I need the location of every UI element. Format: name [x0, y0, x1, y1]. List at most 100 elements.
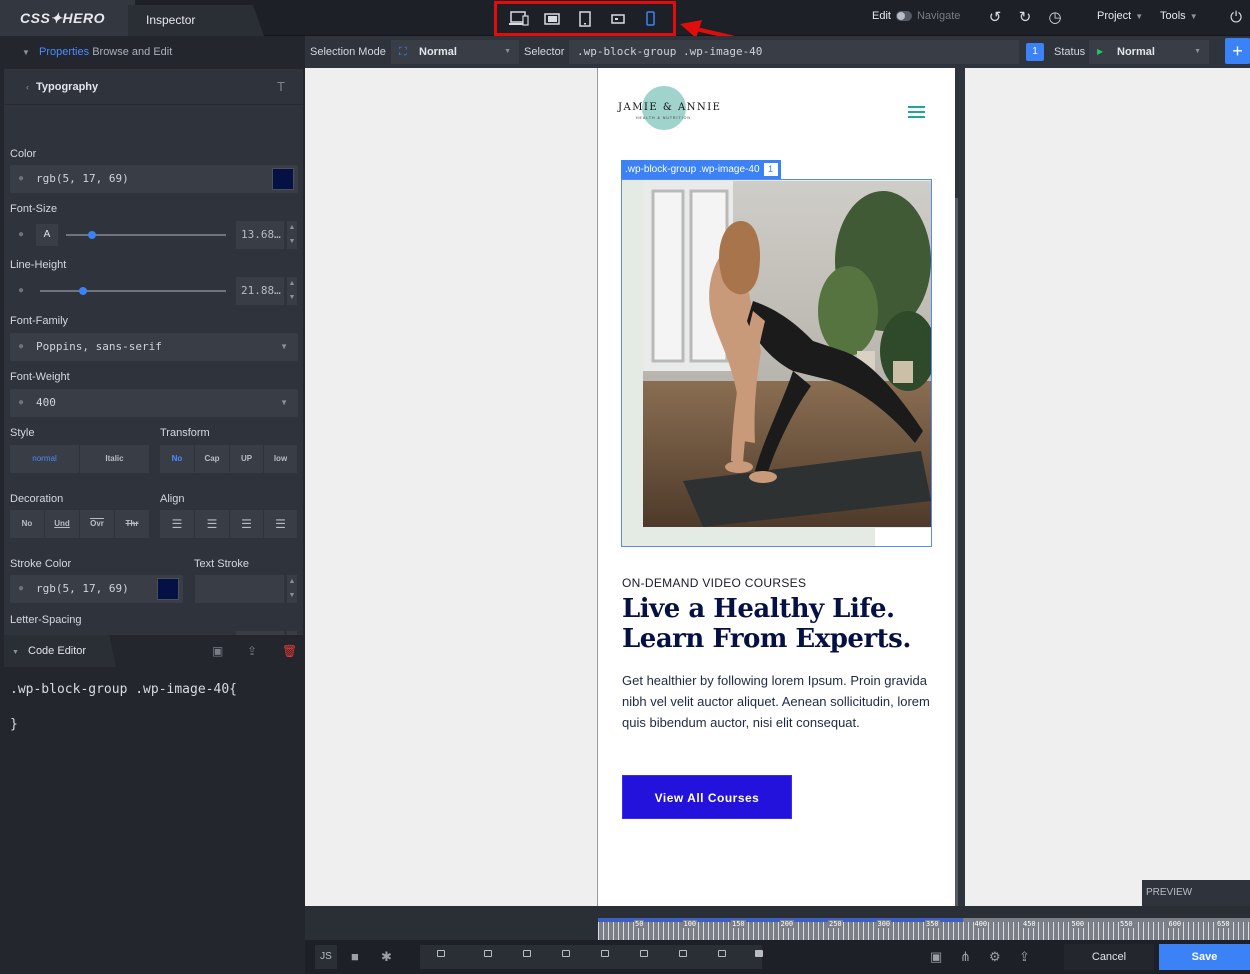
- sitemap-icon[interactable]: ⋔: [960, 949, 971, 965]
- hamburger-menu-icon[interactable]: [908, 106, 925, 118]
- transform-cap-button[interactable]: Cap: [195, 445, 230, 473]
- selected-image-outline[interactable]: [621, 179, 932, 547]
- text-stroke-input[interactable]: [195, 575, 284, 603]
- view-all-courses-button[interactable]: View All Courses: [622, 775, 792, 819]
- decoration-segment: No Und Ovr Thr: [10, 510, 150, 538]
- trash-icon[interactable]: 🗑: [282, 644, 297, 658]
- js-button[interactable]: JS: [315, 945, 337, 969]
- video-camera-icon[interactable]: ■: [351, 949, 359, 964]
- breadcrumb-item-3[interactable]: [562, 950, 570, 957]
- breadcrumb-window-icon[interactable]: [437, 950, 445, 957]
- history-clock-icon[interactable]: ◷: [1046, 9, 1064, 27]
- decoration-label: Decoration: [10, 493, 64, 505]
- line-height-slider-track[interactable]: [40, 290, 226, 292]
- font-weight-select[interactable]: ● 400 ▼: [10, 389, 298, 417]
- ruler-label: 150: [731, 920, 746, 928]
- export-icon[interactable]: ⇪: [247, 644, 257, 658]
- font-size-stepper[interactable]: ▲ ▼: [287, 221, 297, 249]
- save-button[interactable]: Save: [1159, 944, 1250, 970]
- align-right-icon[interactable]: ☰: [230, 510, 264, 538]
- text-stroke-stepper[interactable]: ▲ ▼: [287, 575, 297, 603]
- font-family-select[interactable]: ● Poppins, sans-serif ▼: [10, 333, 298, 361]
- hero-body-text: Get healthier by following lorem Ipsum. …: [622, 673, 930, 730]
- tab-inspector[interactable]: Inspector: [128, 5, 264, 36]
- power-icon[interactable]: ⏻: [1227, 9, 1245, 27]
- color-swatch[interactable]: [272, 168, 294, 190]
- selector-input[interactable]: .wp-block-group .wp-image-40: [569, 40, 1019, 64]
- typography-section-header[interactable]: ‹ Typography T: [4, 69, 303, 105]
- transform-up-button[interactable]: UP: [230, 445, 264, 473]
- code-editor-textarea[interactable]: .wp-block-group .wp-image-40{}: [4, 667, 303, 974]
- align-justify-icon[interactable]: ☰: [264, 510, 298, 538]
- site-logo-name: JAMIE & ANNIE: [618, 102, 722, 113]
- stroke-color-input[interactable]: ● rgb(5, 17, 69): [10, 575, 183, 603]
- edit-navigate-toggle[interactable]: Edit Navigate: [872, 10, 960, 22]
- style-segment: normal Italic: [10, 445, 150, 473]
- element-breadcrumb: [420, 945, 763, 969]
- breadcrumb-item-7[interactable]: [718, 950, 726, 957]
- code-editor-tab[interactable]: ▼ Code Editor: [4, 635, 116, 667]
- ruler-label: 350: [925, 920, 940, 928]
- breadcrumb-item-5[interactable]: [640, 950, 648, 957]
- selection-toolbar: Selection Mode ⛶ Normal ▼ Selector .wp-b…: [305, 36, 1250, 68]
- breadcrumb-item-4[interactable]: [601, 950, 609, 957]
- breadcrumb-item-1[interactable]: [484, 950, 492, 957]
- mobile-device-icon[interactable]: [640, 9, 662, 29]
- align-left-icon[interactable]: ☰: [160, 510, 195, 538]
- preview-scrollbar[interactable]: [955, 68, 965, 906]
- decoration-no-button[interactable]: No: [10, 510, 45, 538]
- line-height-stepper[interactable]: ▲ ▼: [287, 277, 297, 305]
- bug-icon[interactable]: ✱: [381, 949, 392, 965]
- add-rule-button[interactable]: +: [1225, 38, 1250, 64]
- cancel-button[interactable]: Cancel: [1064, 944, 1154, 970]
- app-logo: CSS✦HERO: [0, 0, 135, 36]
- status-value: Normal: [1117, 46, 1155, 58]
- share-icon[interactable]: ⇪: [1019, 949, 1030, 965]
- breadcrumb-image-icon[interactable]: [755, 950, 763, 957]
- tablet-device-icon[interactable]: [574, 9, 596, 29]
- decoration-overline-button[interactable]: Ovr: [80, 510, 115, 538]
- font-size-slider-knob[interactable]: [88, 231, 96, 239]
- redo-icon[interactable]: ↻: [1016, 9, 1034, 27]
- breadcrumb-item-2[interactable]: [523, 950, 531, 957]
- breadcrumb-item-6[interactable]: [679, 950, 687, 957]
- status-select[interactable]: ▶ Normal ▼: [1089, 40, 1209, 64]
- tablet-landscape-icon[interactable]: [607, 9, 629, 29]
- ruler-label: 500: [1070, 920, 1086, 928]
- stroke-color-swatch[interactable]: [157, 578, 179, 600]
- save-file-icon[interactable]: ▣: [212, 644, 223, 658]
- laptop-device-icon[interactable]: [541, 9, 563, 29]
- selection-mode-select[interactable]: ⛶ Normal ▼: [391, 40, 519, 64]
- line-height-slider-knob[interactable]: [79, 287, 87, 295]
- yoga-woman-photo[interactable]: [643, 181, 931, 527]
- mode-toggle-switch[interactable]: [895, 11, 912, 21]
- font-family-value: Poppins, sans-serif: [36, 340, 162, 353]
- ruler-label: 450: [1022, 920, 1037, 928]
- stroke-color-label: Stroke Color: [10, 558, 72, 570]
- selector-count-badge: 1: [1026, 43, 1044, 61]
- style-normal-button[interactable]: normal: [10, 445, 80, 473]
- color-dropper-icon: ●: [18, 173, 25, 184]
- transform-no-button[interactable]: No: [160, 445, 195, 473]
- color-input[interactable]: ● rgb(5, 17, 69): [10, 165, 298, 193]
- desktop-device-icon[interactable]: [508, 9, 530, 29]
- decoration-underline-button[interactable]: Und: [45, 510, 80, 538]
- decoration-through-button[interactable]: Thr: [115, 510, 150, 538]
- tools-menu[interactable]: Tools ▼: [1160, 10, 1198, 22]
- line-height-input[interactable]: 21.88…: [236, 277, 284, 305]
- align-center-icon[interactable]: ☰: [195, 510, 230, 538]
- properties-header[interactable]: ▼ Properties Browse and Edit: [0, 36, 305, 69]
- font-size-unit-icon[interactable]: A: [36, 224, 58, 246]
- width-ruler[interactable]: 50 100 150 200 250 300 350 400 450 500 550 600 650: [598, 918, 1250, 940]
- site-logo[interactable]: JAMIE & ANNIE HEALTH & NUTRITION: [618, 86, 728, 134]
- layout-icon[interactable]: ▣: [930, 949, 942, 965]
- mobile-preview-frame[interactable]: JAMIE & ANNIE HEALTH & NUTRITION .wp-blo…: [597, 68, 955, 906]
- css-hero-app: CSS✦HERO Inspector Edit Navigate ↺ ↻ ◷ P…: [0, 0, 1250, 974]
- transform-low-button[interactable]: low: [264, 445, 298, 473]
- gear-icon[interactable]: ⚙: [989, 949, 1001, 965]
- undo-icon[interactable]: ↺: [986, 9, 1004, 27]
- font-family-label: Font-Family: [10, 315, 69, 327]
- style-italic-button[interactable]: Italic: [80, 445, 150, 473]
- font-size-input[interactable]: 13.68…: [236, 221, 284, 249]
- project-menu[interactable]: Project ▼: [1097, 10, 1143, 22]
